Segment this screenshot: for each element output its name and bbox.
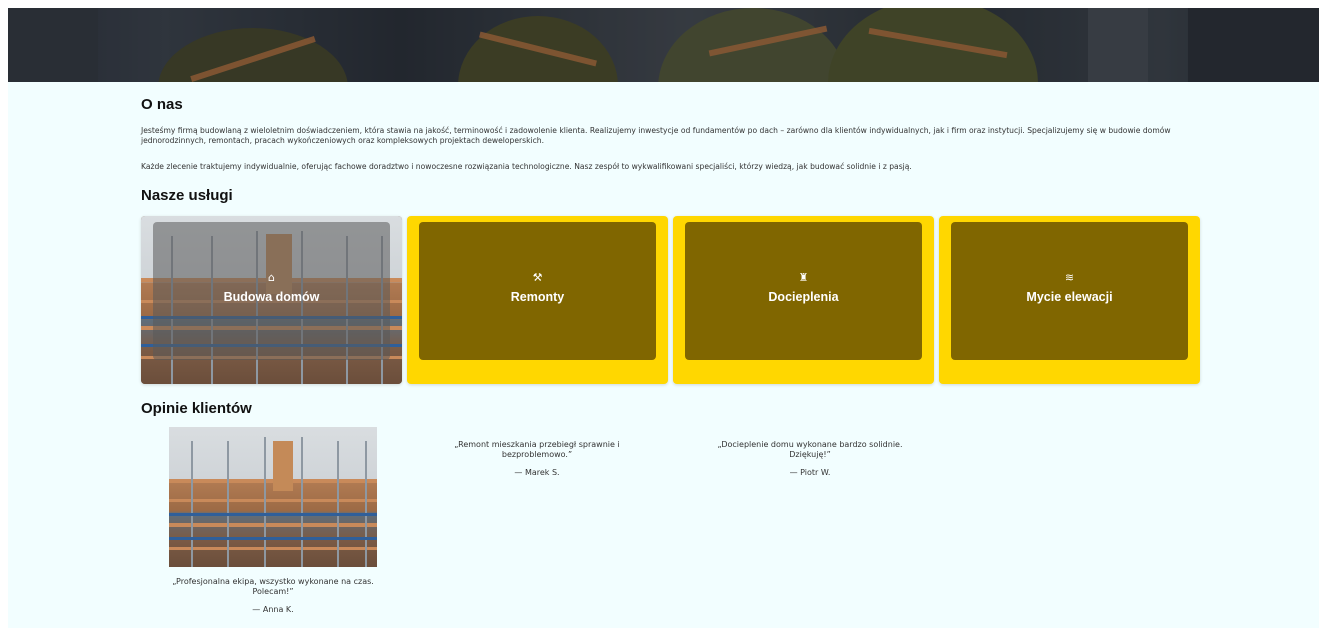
services-grid: ⌂ Budowa domów ⚒ Remonty ♜ Docieplenia ≋… [141, 216, 1201, 384]
service-label: Budowa domów [223, 290, 320, 304]
review-quote: „Docieplenie domu wykonane bardzo solidn… [717, 440, 903, 459]
service-card-mycie-elewacji[interactable]: ≋ Mycie elewacji [939, 216, 1200, 384]
review-quote: „Profesjonalna ekipa, wszystko wykonane … [172, 577, 374, 596]
page: O nas Jesteśmy firmą budowlaną z wielole… [8, 8, 1319, 628]
services-title: Nasze usługi [141, 187, 233, 204]
about-title: O nas [141, 96, 183, 113]
brush-icon: ♜ [798, 271, 809, 284]
review-author: — Piotr W. [789, 468, 831, 477]
service-label: Docieplenia [768, 290, 839, 304]
hero-banner [8, 8, 1319, 82]
service-label: Mycie elewacji [1026, 290, 1113, 304]
about-paragraph-2: Każde zlecenie traktujemy indywidualnie,… [141, 162, 912, 171]
service-card-docieplenia[interactable]: ♜ Docieplenia [673, 216, 934, 384]
reviews-title: Opinie klientów [141, 400, 252, 417]
review-item: „Remont mieszkania przebiegł sprawnie i … [431, 427, 643, 478]
about-paragraph-1: Jesteśmy firmą budowlaną z wieloletnim d… [141, 126, 1171, 145]
review-author: — Anna K. [252, 605, 294, 614]
service-label: Remonty [510, 290, 565, 304]
home-icon: ⌂ [268, 271, 275, 284]
service-card-budowa-domow[interactable]: ⌂ Budowa domów [141, 216, 402, 384]
review-item: „Docieplenie domu wykonane bardzo solidn… [704, 427, 916, 478]
water-icon: ≋ [1064, 271, 1075, 284]
review-quote: „Remont mieszkania przebiegł sprawnie i … [454, 440, 620, 459]
review-item: „Profesjonalna ekipa, wszystko wykonane … [167, 427, 379, 615]
review-photo [169, 427, 377, 567]
service-card-remonty[interactable]: ⚒ Remonty [407, 216, 668, 384]
paint-roller-icon: ⚒ [532, 271, 543, 284]
review-author: — Marek S. [514, 468, 560, 477]
